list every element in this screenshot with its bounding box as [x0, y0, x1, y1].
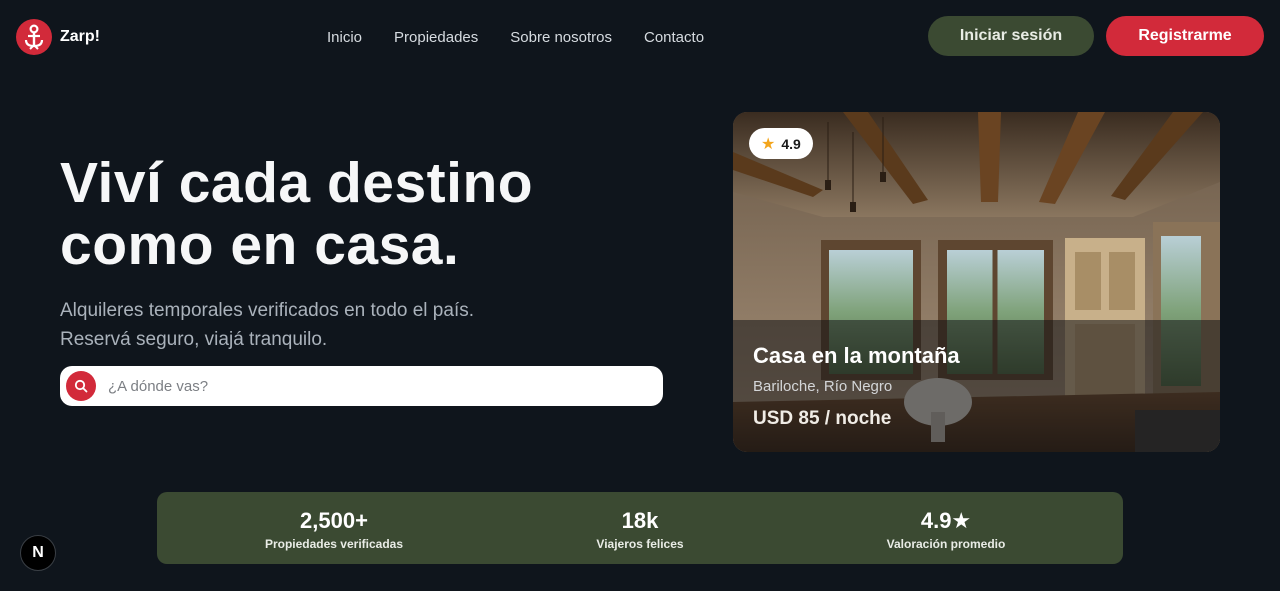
stat-travelers: 18k Viajeros felices: [520, 508, 760, 551]
stat-value: 18k: [621, 508, 659, 533]
hero-title: Viví cada destino como en casa.: [60, 152, 680, 276]
brand-name: Zarp!: [60, 28, 100, 45]
property-title: Casa en la montaña: [753, 343, 960, 368]
hero-subtitle-line-2: Reservá seguro, viajá tranquilo.: [60, 329, 328, 350]
main-nav: Inicio Propiedades Sobre nosotros Contac…: [311, 27, 720, 48]
nav-link-sobre-nosotros[interactable]: Sobre nosotros: [494, 27, 628, 48]
site-header: Zarp! Inicio Propiedades Sobre nosotros …: [0, 0, 1280, 72]
search-bar: [60, 366, 663, 406]
search-icon[interactable]: [66, 371, 96, 401]
star-icon: ★: [761, 135, 776, 153]
rating-value: 4.9: [781, 135, 801, 152]
rating-badge: ★ 4.9: [749, 128, 813, 159]
featured-property-card[interactable]: ★ 4.9 Casa en la montaña Bariloche, Río …: [733, 112, 1220, 452]
stat-value: 2,500+: [300, 508, 368, 533]
brand-logo[interactable]: Zarp!: [16, 19, 100, 55]
property-price: USD 85 / noche: [753, 408, 892, 429]
stat-label: Viajeros felices: [596, 537, 684, 551]
stat-rating: 4.9★ Valoración promedio: [826, 508, 1066, 551]
stat-label: Propiedades verificadas: [264, 537, 404, 551]
register-button[interactable]: Registrarme: [1106, 16, 1264, 56]
stat-value: 4.9★: [920, 508, 972, 533]
stat-properties: 2,500+ Propiedades verificadas: [214, 508, 454, 551]
hero-title-line-1: Viví cada destino: [60, 151, 534, 215]
login-button[interactable]: Iniciar sesión: [928, 16, 1094, 56]
nav-link-propiedades[interactable]: Propiedades: [378, 27, 494, 48]
dev-tools-badge[interactable]: N: [20, 535, 56, 571]
hero-title-line-2: como en casa.: [60, 213, 460, 277]
stats-bar: 2,500+ Propiedades verificadas 18k Viaje…: [157, 492, 1123, 564]
hero-subtitle: Alquileres temporales verificados en tod…: [60, 296, 620, 354]
property-location: Bariloche, Río Negro: [753, 378, 893, 395]
search-input[interactable]: [108, 377, 628, 395]
anchor-person-icon: [16, 19, 52, 55]
nav-link-contacto[interactable]: Contacto: [628, 27, 720, 48]
nav-link-inicio[interactable]: Inicio: [311, 27, 378, 48]
stat-label: Valoración promedio: [886, 537, 1006, 551]
hero-subtitle-line-1: Alquileres temporales verificados en tod…: [60, 300, 475, 321]
